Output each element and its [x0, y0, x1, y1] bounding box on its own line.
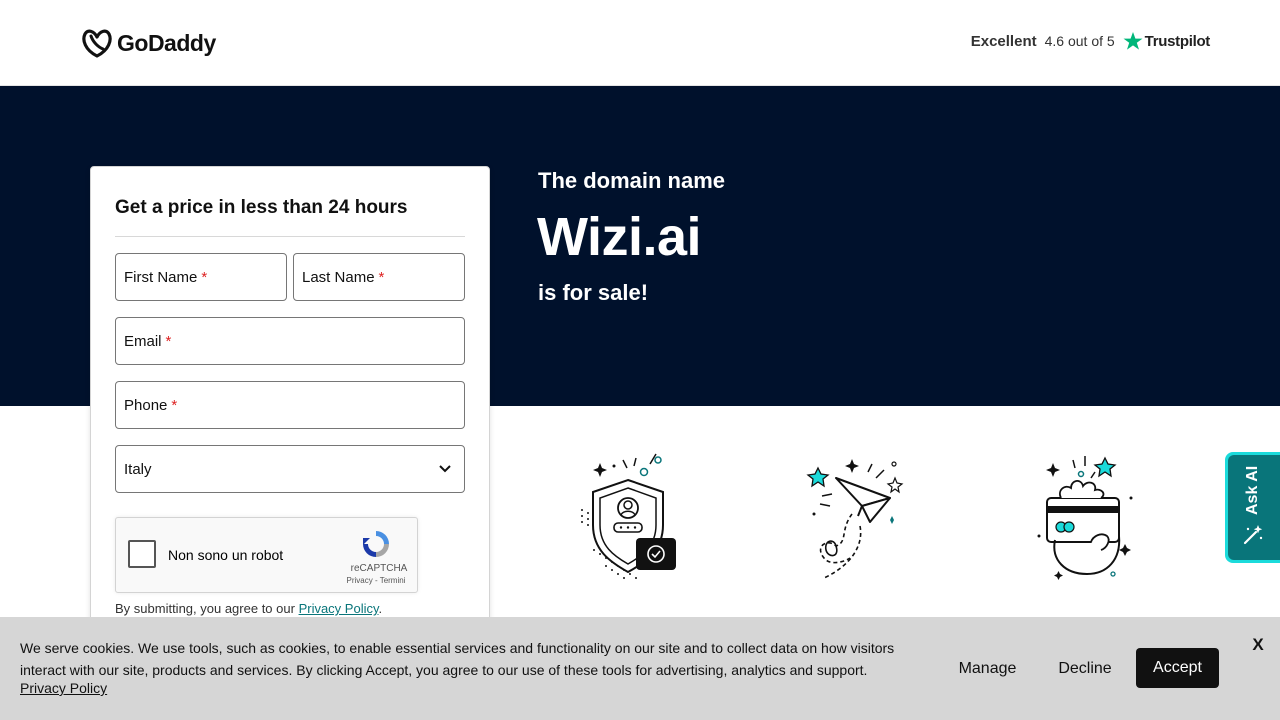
recaptcha-widget: Non sono un robot reCAPTCHA Privacy - Te… [115, 517, 418, 593]
terms-prefix: By submitting, you agree to our [115, 601, 295, 616]
magic-wand-icon [1243, 525, 1263, 545]
hero-domain-name: Wizi.ai [537, 207, 702, 267]
phone-field[interactable]: Phone * [115, 381, 465, 429]
terms-text: By submitting, you agree to our Privacy … [115, 601, 382, 616]
form-title: Get a price in less than 24 hours [115, 197, 408, 218]
required-mark: * [165, 332, 172, 350]
ask-ai-inner: Ask AI [1228, 455, 1280, 560]
trust-rating-label: Excellent [970, 32, 1037, 50]
first-name-field[interactable]: First Name * [115, 253, 287, 301]
hero-for-sale: is for sale! [538, 280, 649, 305]
shield-user-icon [581, 453, 676, 579]
last-name-label: Last Name [302, 268, 375, 286]
godaddy-logo-icon [82, 29, 112, 58]
terms-suffix: . [378, 601, 383, 616]
trustpilot-star-icon [1123, 32, 1143, 50]
first-name-label: First Name [124, 268, 198, 286]
trust-score: 4.6 out of 5 [1044, 33, 1115, 49]
recaptcha-logo-icon [363, 531, 389, 557]
email-field[interactable]: Email * [115, 317, 465, 365]
chevron-down-icon [439, 465, 451, 473]
recaptcha-brand: reCAPTCHA [350, 563, 408, 574]
paper-plane-icon [806, 459, 904, 579]
trustpilot-brand: Trustpilot [1123, 31, 1210, 51]
trustpilot-brand-text: Trustpilot [1144, 32, 1211, 50]
trustpilot-rating[interactable]: Excellent 4.6 out of 5 Trustpilot [971, 31, 1210, 51]
email-label: Email [124, 332, 162, 350]
logo-text: GoDaddy [117, 29, 216, 56]
cookie-message: We serve cookies. We use tools, such as … [20, 640, 895, 678]
ask-ai-label: Ask AI [1244, 465, 1261, 515]
form-divider [115, 236, 465, 237]
godaddy-logo[interactable]: GoDaddy [81, 28, 216, 58]
recaptcha-links[interactable]: Privacy - Termini [336, 576, 416, 585]
recaptcha-checkbox[interactable] [128, 540, 156, 568]
required-mark: * [201, 268, 208, 286]
accept-cookies-button[interactable]: Accept [1136, 648, 1219, 688]
cookie-banner: We serve cookies. We use tools, such as … [0, 617, 1280, 720]
decline-cookies-button[interactable]: Decline [1040, 649, 1130, 689]
ask-ai-button[interactable]: Ask AI [1225, 452, 1280, 563]
country-select[interactable]: Italy [115, 445, 465, 493]
last-name-field[interactable]: Last Name * [293, 253, 465, 301]
manage-cookies-button[interactable]: Manage [935, 649, 1040, 689]
site-header: GoDaddy Excellent 4.6 out of 5 Trustpilo… [0, 0, 1280, 86]
payment-card-icon [1037, 456, 1133, 580]
required-mark: * [171, 396, 178, 414]
recaptcha-label: Non sono un robot [168, 547, 284, 563]
phone-label: Phone [124, 396, 168, 414]
hero-subtitle: The domain name [538, 168, 726, 193]
price-request-form: Get a price in less than 24 hours First … [90, 166, 490, 636]
privacy-policy-link[interactable]: Privacy Policy [299, 601, 379, 616]
cookie-privacy-policy-link[interactable]: Privacy Policy [20, 680, 107, 696]
required-mark: * [378, 268, 385, 286]
country-value: Italy [124, 460, 152, 478]
close-cookie-banner-button[interactable]: X [1249, 635, 1267, 655]
